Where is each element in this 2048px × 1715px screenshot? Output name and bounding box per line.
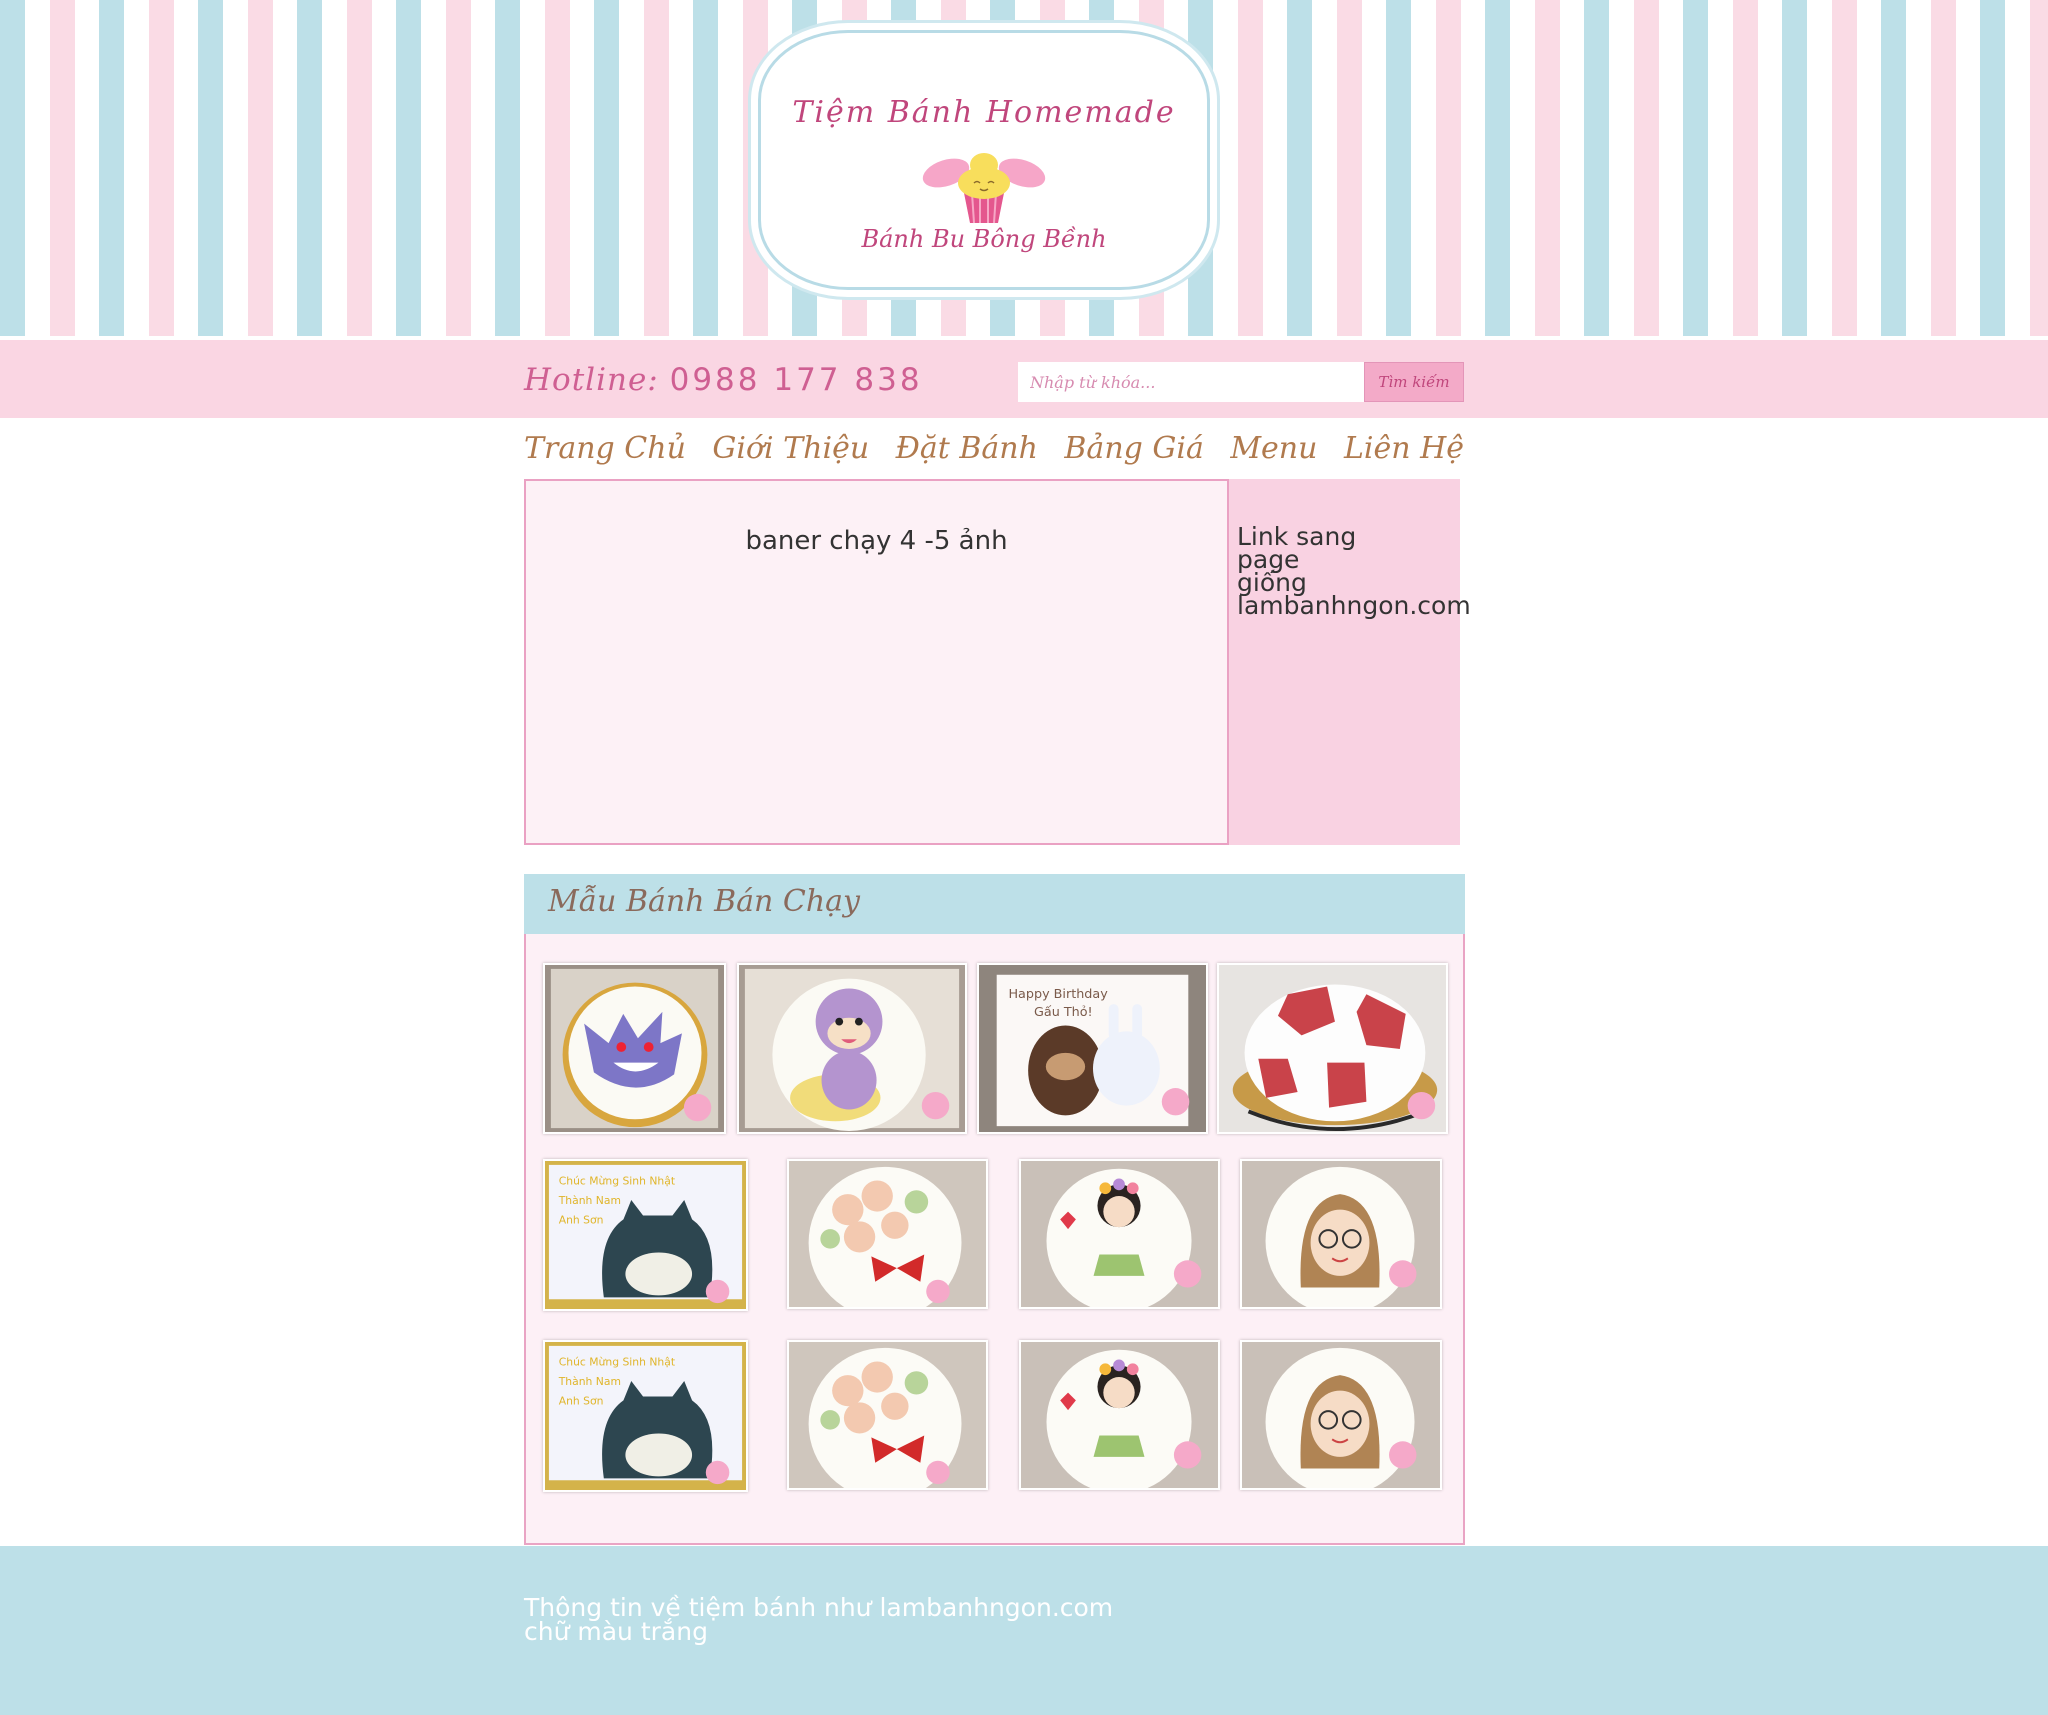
cake-photo-soccer[interactable]	[1217, 963, 1448, 1134]
cake-photo-hula-girl[interactable]	[1019, 1159, 1220, 1309]
logo[interactable]: Tiệm Bánh Homemade Bánh Bu Bông Bềnh	[758, 30, 1210, 290]
cake-photo-glasses-girl[interactable]	[1240, 1159, 1442, 1309]
glasses-girl-cake-image	[1242, 1342, 1440, 1488]
cake-photo-snorlax[interactable]: Chúc Mừng Sinh Nhật Thành Nam Anh Sơn	[543, 1340, 748, 1492]
svg-text:Thành Nam: Thành Nam	[558, 1375, 621, 1388]
hula-girl-cake-image	[1021, 1342, 1218, 1488]
footer-text: Thông tin về tiệm bánh như lambanhngon.c…	[524, 1593, 1114, 1646]
main-nav: Trang Chủ Giới Thiệu Đặt Bánh Bảng Giá M…	[524, 428, 1464, 468]
cake-photo-glasses-girl[interactable]	[1240, 1340, 1442, 1490]
side-link-panel[interactable]: Link sang page giống lambanhngon.com	[1229, 479, 1471, 845]
svg-text:Gấu Thỏ!: Gấu Thỏ!	[1034, 1005, 1093, 1020]
snorlax-batman-cake-image: Chúc Mừng Sinh Nhật Thành Nam Anh Sơn	[545, 1342, 746, 1490]
search-input[interactable]	[1018, 362, 1364, 402]
svg-text:Anh Sơn: Anh Sơn	[559, 1394, 604, 1407]
nav-item-lien-he[interactable]: Liên Hệ	[1344, 431, 1464, 466]
best-sellers-header: Mẫu Bánh Bán Chạy	[524, 874, 1465, 934]
side-link-text: Link sang page giống lambanhngon.com	[1237, 522, 1471, 620]
cake-photo-snorlax[interactable]: Chúc Mừng Sinh Nhật Thành Nam Anh Sơn	[543, 1159, 748, 1311]
footer: Thông tin về tiệm bánh như lambanhngon.c…	[0, 1546, 2048, 1715]
logo-title: Tiệm Bánh Homemade	[792, 95, 1176, 130]
svg-text:Chúc Mừng Sinh Nhật: Chúc Mừng Sinh Nhật	[559, 1355, 675, 1368]
nav-item-bang-gia[interactable]: Bảng Giá	[1064, 431, 1203, 466]
cake-photo-hula-girl[interactable]	[1019, 1340, 1220, 1490]
banner-slider[interactable]: baner chạy 4 -5 ảnh	[524, 479, 1229, 845]
search-button[interactable]: Tìm kiếm	[1364, 362, 1464, 402]
rose-flower-cake-image	[789, 1161, 986, 1307]
hotline: Hotline: 0988 177 838	[524, 362, 923, 398]
hotline-label: Hotline:	[524, 362, 659, 398]
best-sellers-title: Mẫu Bánh Bán Chạy	[548, 884, 860, 919]
nav-item-menu[interactable]: Menu	[1230, 431, 1317, 466]
nav-item-trang-chu[interactable]: Trang Chủ	[524, 431, 686, 466]
svg-text:Chúc Mừng Sinh Nhật: Chúc Mừng Sinh Nhật	[559, 1174, 675, 1187]
glasses-girl-cake-image	[1242, 1161, 1440, 1307]
cake-photo-roses[interactable]	[787, 1340, 988, 1490]
svg-text:Thành Nam: Thành Nam	[558, 1194, 621, 1207]
cupcake-with-wings-icon	[922, 153, 1046, 224]
cake-photo-monkey[interactable]	[737, 963, 967, 1134]
nav-item-dat-banh[interactable]: Đặt Bánh	[896, 431, 1038, 466]
cake-photo-bear-bunny[interactable]: Happy Birthday Gấu Thỏ!	[977, 963, 1208, 1134]
monkey-cake-image	[739, 965, 965, 1132]
nav-item-gioi-thieu[interactable]: Giới Thiệu	[712, 431, 869, 466]
soccer-ball-cake-image	[1219, 965, 1446, 1132]
gengar-cake-image	[545, 965, 724, 1132]
banner-text: baner chạy 4 -5 ảnh	[745, 526, 1008, 556]
cake-photo-roses[interactable]	[787, 1159, 988, 1309]
cake-photo-gengar[interactable]	[543, 963, 726, 1134]
hula-girl-cake-image	[1021, 1161, 1218, 1307]
rose-flower-cake-image	[789, 1342, 986, 1488]
bear-bunny-cake-image: Happy Birthday Gấu Thỏ!	[979, 965, 1206, 1132]
snorlax-batman-cake-image: Chúc Mừng Sinh Nhật Thành Nam Anh Sơn	[545, 1161, 746, 1309]
hotline-number[interactable]: 0988 177 838	[670, 362, 923, 398]
svg-text:Anh Sơn: Anh Sơn	[559, 1213, 604, 1226]
svg-text:Happy Birthday: Happy Birthday	[1008, 987, 1108, 1002]
logo-subtitle: Bánh Bu Bông Bềnh	[861, 225, 1107, 253]
